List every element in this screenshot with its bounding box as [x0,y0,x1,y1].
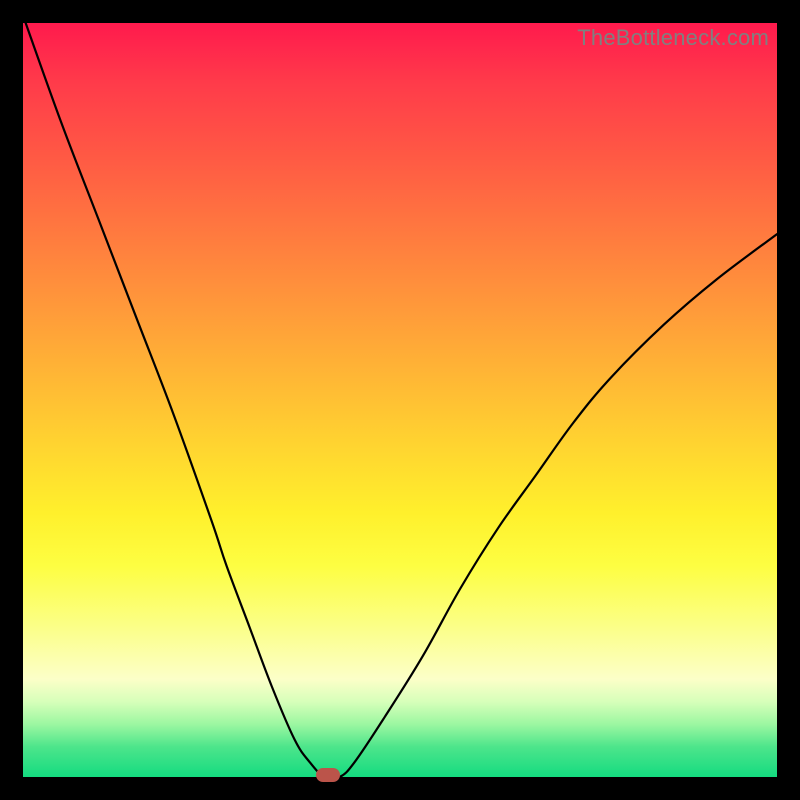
optimal-point-marker [316,768,340,782]
plot-area: TheBottleneck.com [23,23,777,777]
curve-path [23,23,777,777]
bottleneck-curve [23,23,777,777]
chart-frame: TheBottleneck.com [0,0,800,800]
